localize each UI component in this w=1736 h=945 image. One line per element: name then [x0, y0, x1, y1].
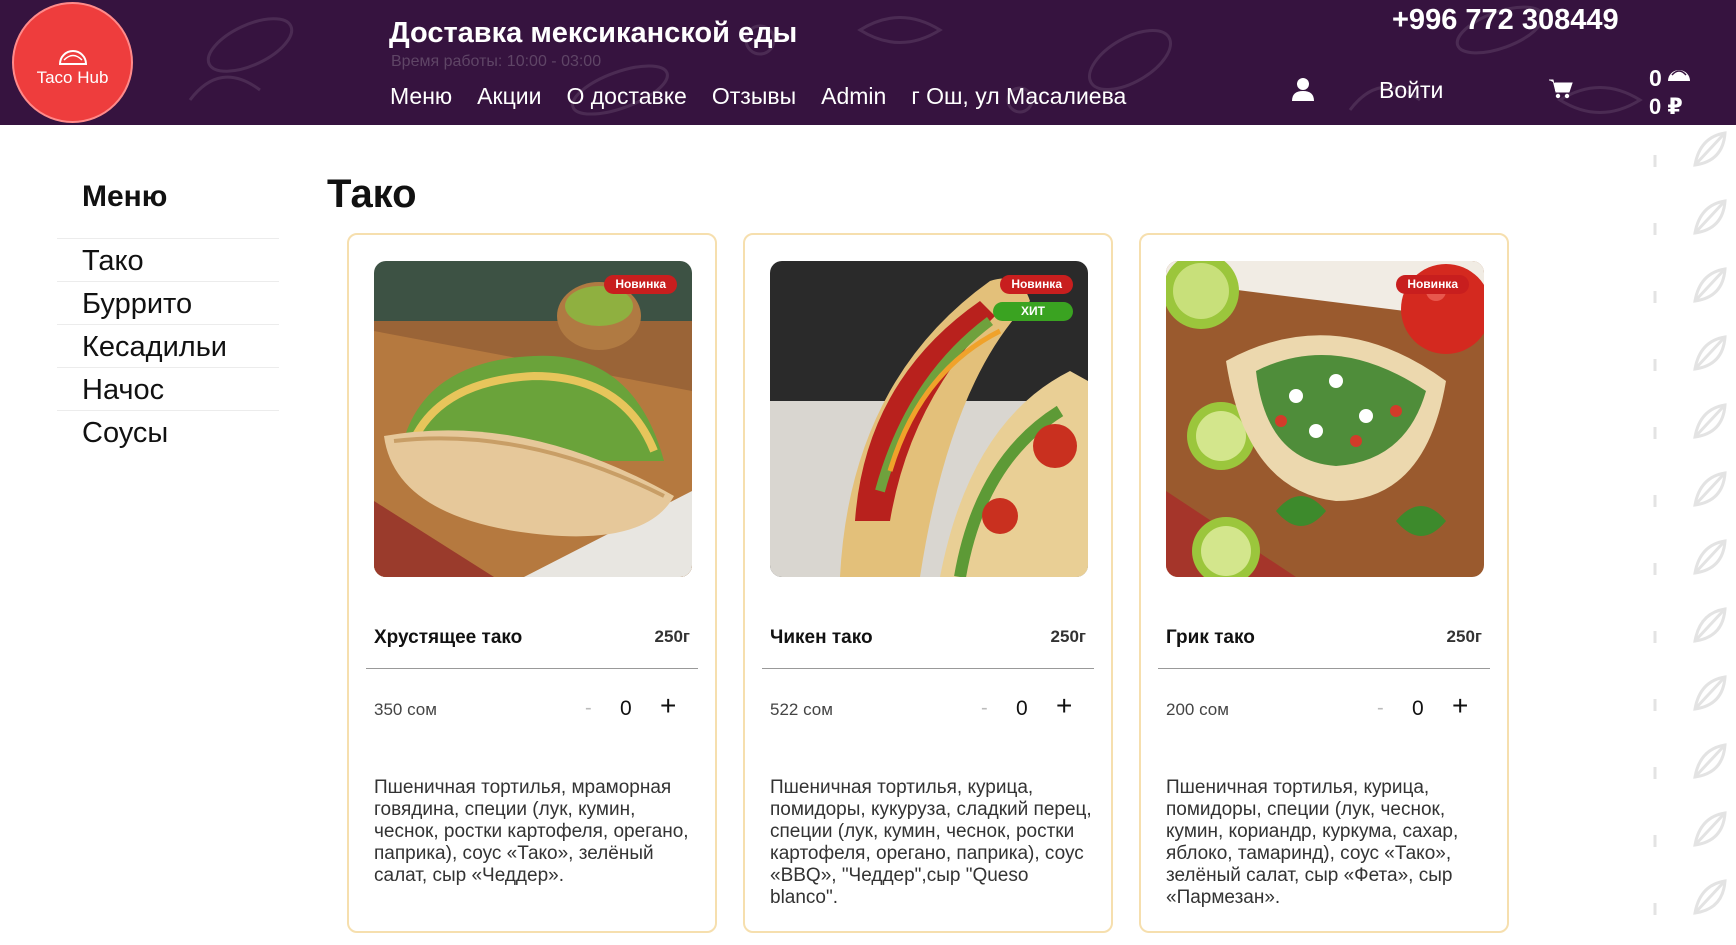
cart-count: 0 — [1649, 65, 1662, 91]
sidebar-item-burritos[interactable]: Буррито — [57, 281, 279, 324]
increase-quantity-button[interactable]: + — [1452, 692, 1468, 720]
product-price: 350 сом — [374, 700, 437, 719]
product-weight: 250г — [1446, 627, 1482, 646]
product-card: Новинка Хрустящее тако 250г 350 сом - 0 … — [347, 233, 717, 933]
product-name: Хрустящее тако — [374, 627, 523, 648]
site-header: Taco Hub Доставка мексиканской еды Время… — [0, 0, 1736, 125]
cart-total: 0 ₽ — [1649, 94, 1683, 119]
sidebar-item-quesadillas[interactable]: Кесадильи — [57, 324, 279, 367]
product-weight: 250г — [1050, 627, 1086, 646]
quantity-value: 0 — [1412, 697, 1424, 720]
working-hours: Время работы: 10:00 - 03:00 — [391, 53, 602, 70]
decrease-quantity-button[interactable]: - — [1377, 697, 1384, 720]
user-icon[interactable] — [1292, 77, 1314, 101]
taco-icon — [1668, 70, 1690, 81]
site-title: Доставка мексиканской еды — [389, 17, 798, 49]
nav-reviews[interactable]: Отзывы — [712, 83, 796, 110]
sidebar-title: Меню — [82, 180, 168, 213]
product-name: Грик тако — [1166, 627, 1255, 648]
cart-icon[interactable] — [1549, 78, 1573, 100]
taco-logo-icon — [58, 50, 88, 65]
main-nav: Меню Акции О доставке Отзывы Admin г Ош,… — [390, 83, 1126, 110]
product-image[interactable]: Новинка — [374, 261, 692, 577]
sidebar-item-nachos[interactable]: Начос — [57, 367, 279, 410]
sidebar-category-list: Тако Буррито Кесадильи Начос Соусы — [57, 238, 279, 453]
leaf-pattern-decoration — [1653, 131, 1727, 915]
product-price: 200 сом — [1166, 700, 1229, 719]
badge-new: Новинка — [1000, 275, 1073, 294]
product-name: Чикен тако — [770, 627, 873, 648]
nav-menu[interactable]: Меню — [390, 83, 452, 110]
quantity-value: 0 — [620, 697, 632, 720]
logo-text: Taco Hub — [36, 68, 109, 87]
section-title: Тако — [327, 172, 417, 216]
sidebar-item-tacos[interactable]: Тако — [57, 238, 279, 281]
card-divider — [1158, 668, 1490, 669]
phone-number[interactable]: +996 772 308449 — [1392, 4, 1619, 37]
login-button[interactable]: Войти — [1379, 77, 1443, 104]
quantity-value: 0 — [1016, 697, 1028, 720]
nav-delivery[interactable]: О доставке — [566, 83, 686, 110]
increase-quantity-button[interactable]: + — [1056, 692, 1072, 720]
decrease-quantity-button[interactable]: - — [585, 697, 592, 720]
product-weight: 250г — [654, 627, 690, 646]
card-divider — [762, 668, 1094, 669]
product-card: Новинка Грик тако 250г 200 сом - 0 + Пше… — [1139, 233, 1509, 933]
decrease-quantity-button[interactable]: - — [981, 697, 988, 720]
product-description: Пшеничная тортилья, мраморная говядина, … — [374, 777, 689, 886]
sidebar-item-sauces[interactable]: Соусы — [57, 410, 279, 453]
logo[interactable]: Taco Hub — [12, 2, 133, 123]
nav-admin[interactable]: Admin — [821, 83, 886, 110]
product-image[interactable]: Новинка — [1166, 261, 1484, 577]
product-price: 522 сом — [770, 700, 833, 719]
increase-quantity-button[interactable]: + — [660, 692, 676, 720]
product-image[interactable]: Новинка ХИТ — [770, 261, 1088, 577]
product-card: Новинка ХИТ Чикен тако 250г 522 сом - 0 … — [743, 233, 1113, 933]
card-divider — [366, 668, 698, 669]
nav-promotions[interactable]: Акции — [477, 83, 541, 110]
nav-address[interactable]: г Ош, ул Масалиева — [911, 83, 1126, 110]
product-description: Пшеничная тортилья, курица, помидоры, ку… — [770, 777, 1092, 908]
badge-hit: ХИТ — [993, 302, 1073, 321]
badge-new: Новинка — [1396, 275, 1469, 294]
badge-new: Новинка — [604, 275, 677, 294]
product-description: Пшеничная тортилья, курица, помидоры, сп… — [1166, 777, 1459, 908]
